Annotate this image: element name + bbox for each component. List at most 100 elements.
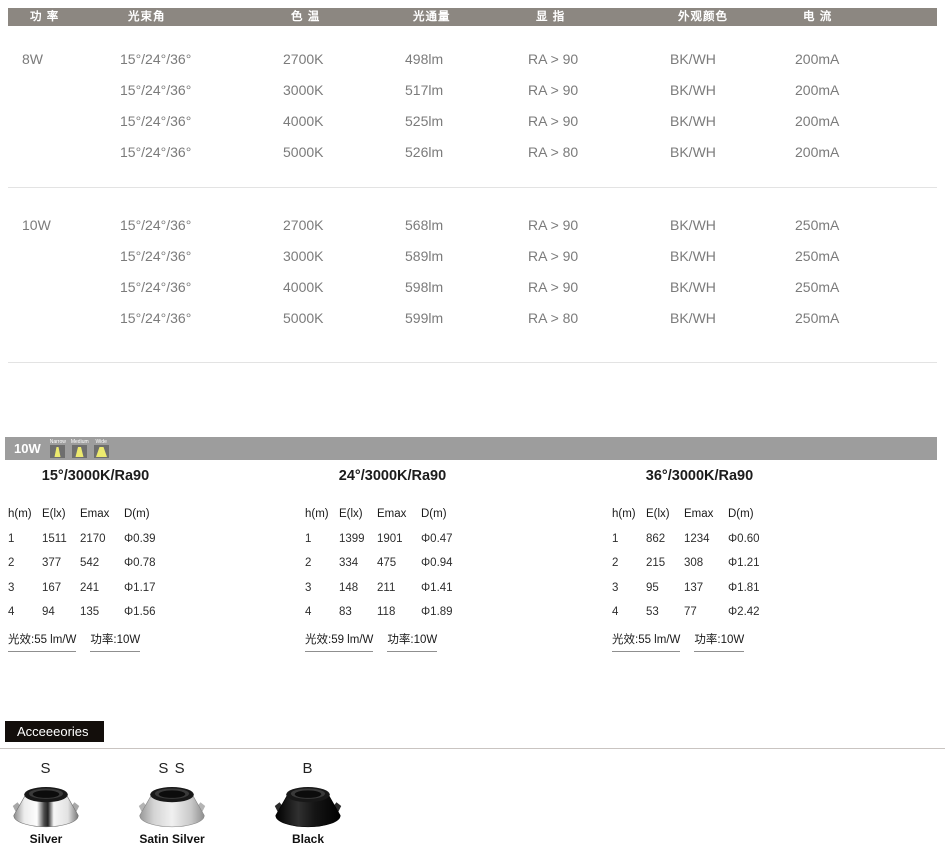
spec-cell-cct: 5000K (283, 307, 323, 329)
efficacy-value: 光效:55 lm/W (612, 631, 680, 652)
photometric-table-3: 36°/3000K/Ra90h(m)E(lx)EmaxD(m)18621234Φ… (612, 468, 787, 652)
spec-row-8W-2: 15°/24°/36°3000K517lmRA > 90BK/WH200mA (0, 79, 945, 101)
section-divider-top (8, 187, 937, 188)
pt-cell: 3 (305, 582, 339, 594)
spec-cell-appearance: BK/WH (670, 276, 716, 298)
photometric-table-title: 36°/3000K/Ra90 (612, 468, 787, 484)
spec-cell-flux: 526lm (405, 141, 443, 163)
spec-col-header-appearance: 外观颜色 (678, 8, 728, 26)
spec-cell-flux: 589lm (405, 245, 443, 267)
pt-col-header: h(m) (305, 508, 339, 520)
pt-cell: Φ1.89 (421, 606, 477, 618)
pt-cell: 53 (646, 606, 684, 618)
section-divider-bottom (8, 362, 937, 363)
pt-col-header: E(lx) (646, 508, 684, 520)
spec-cell-appearance: BK/WH (670, 141, 716, 163)
pt-cell: 308 (684, 557, 728, 569)
spec-cell-cri: RA > 80 (528, 141, 578, 163)
spec-cell-cct: 3000K (283, 79, 323, 101)
spec-cell-appearance: BK/WH (670, 214, 716, 236)
pt-cell: 215 (646, 557, 684, 569)
spec-cell-flux: 599lm (405, 307, 443, 329)
spec-cell-cri: RA > 90 (528, 245, 578, 267)
pt-col-header: D(m) (421, 508, 477, 520)
pt-cell: 1 (8, 533, 42, 545)
pt-cell: 1 (612, 533, 646, 545)
beam-icon-narrow: Narrow (50, 439, 66, 458)
beam-icon-medium: Medium (71, 439, 89, 458)
pt-cell: 77 (684, 606, 728, 618)
pt-cell: Φ1.81 (728, 582, 784, 594)
spec-cell-cct: 4000K (283, 276, 323, 298)
pt-cell: 211 (377, 582, 421, 594)
pt-cell: 1399 (339, 533, 377, 545)
spec-row-10W-2: 15°/24°/36°3000K589lmRA > 90BK/WH250mA (0, 245, 945, 267)
spec-col-header-current: 电 流 (803, 8, 832, 26)
beam-angle-icons: Narrow Medium Wide (50, 437, 109, 460)
spec-cell-cri: RA > 90 (528, 110, 578, 132)
spec-cell-cct: 4000K (283, 110, 323, 132)
efficacy-value: 光效:59 lm/W (305, 631, 373, 652)
pt-cell: 94 (42, 606, 80, 618)
pt-col-header: Emax (684, 508, 728, 520)
pt-col-header: E(lx) (42, 508, 80, 520)
spec-cell-current: 250mA (795, 214, 839, 236)
spec-cell-current: 200mA (795, 110, 839, 132)
power-value: 功率:10W (694, 631, 744, 652)
spec-col-header-beam-angle: 光束角 (128, 8, 166, 26)
spec-cell-cct: 2700K (283, 214, 323, 236)
pt-cell: 1 (305, 533, 339, 545)
accessory-code: S S (126, 760, 218, 778)
accessories-divider (0, 748, 945, 749)
spec-cell-cri: RA > 90 (528, 79, 578, 101)
pt-cell: Φ1.17 (124, 582, 180, 594)
photometric-table-2: 24°/3000K/Ra90h(m)E(lx)EmaxD(m)113991901… (305, 468, 480, 652)
accessory-satin: S S Satin Silver (126, 760, 218, 846)
spec-cell-current: 200mA (795, 79, 839, 101)
spec-cell-current: 200mA (795, 141, 839, 163)
pt-cell: Φ0.39 (124, 533, 180, 545)
pt-cell: Φ0.78 (124, 557, 180, 569)
pt-col-header: D(m) (124, 508, 180, 520)
spec-cell-appearance: BK/WH (670, 110, 716, 132)
photometric-table-grid: h(m)E(lx)EmaxD(m)115112170Φ0.392377542Φ0… (8, 508, 183, 618)
pt-cell: 2 (8, 557, 42, 569)
spec-cell-current: 250mA (795, 276, 839, 298)
spec-cell-cri: RA > 90 (528, 48, 578, 70)
pt-col-header: h(m) (612, 508, 646, 520)
beam-cone-icon (50, 445, 65, 458)
photometric-table-footer: 光效:55 lm/W功率:10W (8, 631, 183, 652)
spec-cell-beam-angle: 15°/24°/36° (120, 48, 191, 70)
spec-cell-cri: RA > 80 (528, 307, 578, 329)
beam-icon-wide: Wide (94, 439, 109, 458)
spec-cell-beam-angle: 15°/24°/36° (120, 110, 191, 132)
spec-cell-appearance: BK/WH (670, 245, 716, 267)
pt-cell: 3 (8, 582, 42, 594)
accessory-code: S (0, 760, 92, 778)
spec-cell-cct: 5000K (283, 141, 323, 163)
photometric-table-grid: h(m)E(lx)EmaxD(m)113991901Φ0.472334475Φ0… (305, 508, 480, 618)
spec-cell-cct: 2700K (283, 48, 323, 70)
accessory-name: Black (262, 832, 354, 846)
black-reflector-ring-image (271, 781, 345, 831)
pt-cell: Φ0.94 (421, 557, 477, 569)
spec-col-header-flux: 光通量 (413, 8, 451, 26)
power-value: 功率:10W (90, 631, 140, 652)
pt-cell: 1511 (42, 533, 80, 545)
accessory-name: Satin Silver (126, 832, 218, 846)
pt-cell: 241 (80, 582, 124, 594)
spec-cell-beam-angle: 15°/24°/36° (120, 245, 191, 267)
spec-cell-power: 8W (22, 48, 43, 70)
pt-cell: 2170 (80, 533, 124, 545)
spec-cell-current: 200mA (795, 48, 839, 70)
spec-col-header-cct: 色 温 (291, 8, 320, 26)
pt-cell: Φ1.56 (124, 606, 180, 618)
photometric-power-label: 10W (14, 441, 41, 456)
spec-cell-flux: 598lm (405, 276, 443, 298)
pt-cell: Φ1.21 (728, 557, 784, 569)
pt-col-header: h(m) (8, 508, 42, 520)
pt-cell: 377 (42, 557, 80, 569)
spec-cell-current: 250mA (795, 245, 839, 267)
spec-cell-cri: RA > 90 (528, 276, 578, 298)
photometric-section-bar: 10W Narrow Medium Wide (5, 437, 937, 460)
